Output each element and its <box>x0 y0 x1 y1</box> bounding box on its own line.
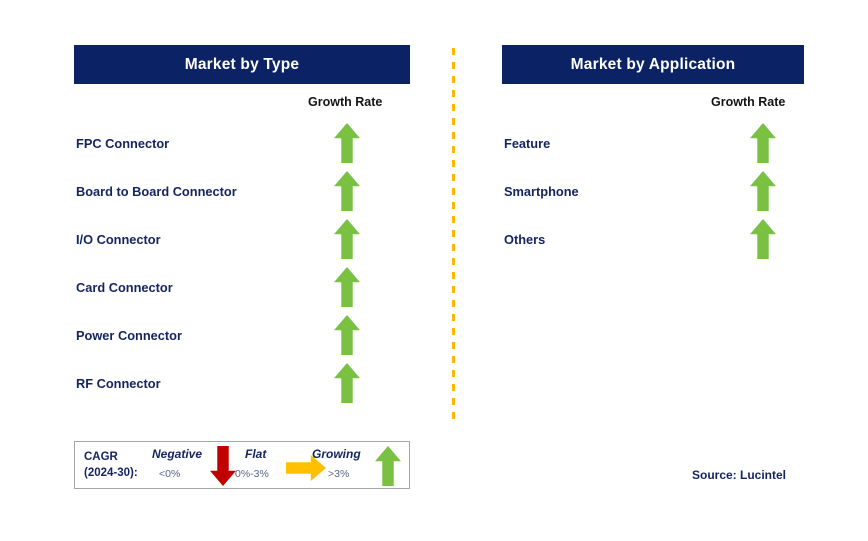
row-label-board-to-board-connector: Board to Board Connector <box>76 183 237 199</box>
arrow-up-icon <box>750 123 776 163</box>
row-label-card-connector: Card Connector <box>76 279 173 295</box>
arrow-up-icon <box>334 267 360 307</box>
cagr-legend: CAGR (2024-30): Negative <0% Flat 0%-3% … <box>74 441 410 489</box>
legend-title-flat: Flat <box>245 447 267 461</box>
table-row: Feature <box>440 121 868 165</box>
legend-cagr-line2: (2024-30): <box>84 467 138 479</box>
arrow-up-icon <box>334 123 360 163</box>
legend-cagr-line1: CAGR <box>84 451 118 463</box>
row-label-fpc-connector: FPC Connector <box>76 135 170 151</box>
table-row: Board to Board Connector <box>0 169 440 213</box>
arrow-up-icon <box>375 446 401 486</box>
arrow-up-icon <box>334 363 360 403</box>
market-by-type-panel: Market by Type Growth Rate FPC Connector… <box>0 0 440 541</box>
arrow-up-icon <box>334 315 360 355</box>
row-label-power-connector: Power Connector <box>76 327 182 343</box>
legend-value-flat: 0%-3% <box>235 468 269 480</box>
arrow-down-icon <box>210 446 236 486</box>
source-attribution: Source: Lucintel <box>692 468 787 482</box>
legend-value-growing: >3% <box>328 468 350 480</box>
arrow-up-icon <box>334 219 360 259</box>
row-label-others: Others <box>504 231 546 247</box>
table-row: RF Connector <box>0 361 440 405</box>
table-row: I/O Connector <box>0 217 440 261</box>
market-by-application-panel: Market by Application Growth Rate Featur… <box>440 0 868 541</box>
arrow-up-icon <box>334 171 360 211</box>
table-row: Others <box>440 217 868 261</box>
row-label-smartphone: Smartphone <box>504 183 579 199</box>
table-row: Smartphone <box>440 169 868 213</box>
legend-value-negative: <0% <box>159 468 181 480</box>
table-row: Power Connector <box>0 313 440 357</box>
table-row: FPC Connector <box>0 121 440 165</box>
panel-title-market-by-application: Market by Application <box>502 45 804 84</box>
arrow-up-icon <box>750 219 776 259</box>
legend-cagr-label: CAGR (2024-30): <box>84 449 138 481</box>
growth-rate-column-header-left: Growth Rate <box>308 95 383 109</box>
legend-title-growing: Growing <box>312 447 361 461</box>
legend-title-negative: Negative <box>152 447 203 461</box>
row-label-feature: Feature <box>504 135 551 151</box>
growth-rate-column-header-right: Growth Rate <box>711 95 786 109</box>
table-row: Card Connector <box>0 265 440 309</box>
row-label-rf-connector: RF Connector <box>76 375 161 391</box>
arrow-up-icon <box>750 171 776 211</box>
row-label-io-connector: I/O Connector <box>76 231 161 247</box>
panel-title-market-by-type: Market by Type <box>74 45 410 84</box>
